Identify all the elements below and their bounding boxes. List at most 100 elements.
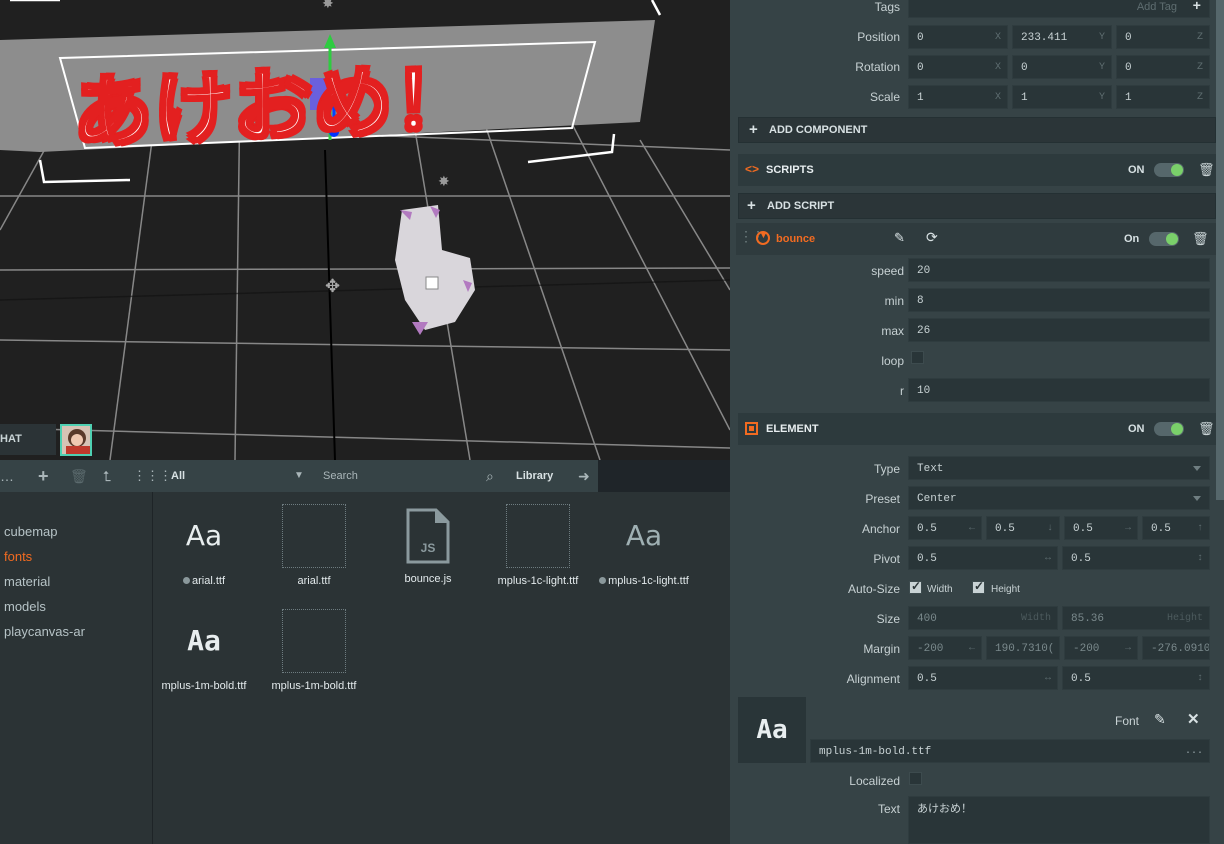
delete-asset-icon[interactable]: 🗑 bbox=[70, 460, 88, 492]
status-dot-icon bbox=[182, 577, 190, 584]
margin-top-input[interactable]: -276.0910( bbox=[1142, 636, 1210, 660]
position-z-input[interactable]: 0Z bbox=[1116, 25, 1210, 49]
speed-label: speed bbox=[871, 264, 904, 278]
size-width-input[interactable]: 400 Width bbox=[908, 606, 1058, 630]
text-input[interactable]: あけおめ！ bbox=[908, 796, 1210, 844]
position-y-input[interactable]: 233.411 Y bbox=[1012, 25, 1112, 49]
asset-tile[interactable]: Aa arial.ttf bbox=[149, 504, 259, 587]
r-input[interactable]: 10 bbox=[908, 378, 1210, 402]
localized-checkbox[interactable] bbox=[909, 772, 922, 785]
assets-toolbar: … + 🗑 ⮤ ⋮⋮⋮ All ▼ Search ⌕ Library ➜ bbox=[0, 460, 598, 492]
scale-y-input[interactable]: 1Y bbox=[1012, 85, 1112, 109]
autosize-height-checkbox[interactable] bbox=[972, 579, 985, 594]
library-arrow-icon[interactable]: ➜ bbox=[578, 460, 590, 492]
edit-font-icon[interactable]: ✎ bbox=[1154, 711, 1166, 728]
scripts-section-header[interactable]: <> SCRIPTS ON 🗑 bbox=[738, 154, 1216, 186]
add-tag-icon: + bbox=[1192, 0, 1201, 15]
assets-folder-tree: cubemap fonts material models playcanvas… bbox=[0, 492, 153, 844]
remove-font-icon[interactable]: ✕ bbox=[1187, 710, 1200, 728]
asset-tile[interactable]: JS bounce.js bbox=[373, 504, 483, 585]
scale-z-input[interactable]: 1Z bbox=[1116, 85, 1210, 109]
autosize-width-checkbox[interactable] bbox=[909, 579, 922, 594]
anchor-left-input[interactable]: 0.5 ← bbox=[908, 516, 982, 540]
edit-script-icon[interactable]: ✎ bbox=[894, 230, 905, 246]
type-select[interactable]: Text bbox=[908, 456, 1210, 480]
folder-item-models[interactable]: models bbox=[4, 599, 46, 614]
speed-input[interactable]: 20 bbox=[908, 258, 1210, 282]
script-instance-header: ⋮⋮ ▼ bounce ✎ ⟳ On 🗑 bbox=[736, 223, 1216, 255]
chevron-down-icon bbox=[1193, 496, 1201, 501]
add-component-button[interactable]: + ADD COMPONENT bbox=[738, 117, 1216, 143]
asset-search-input[interactable]: Search bbox=[323, 460, 358, 492]
asset-tile[interactable]: mplus-1c-light.ttf bbox=[483, 504, 593, 587]
asset-tile[interactable]: mplus-1m-bold.ttf bbox=[259, 609, 369, 692]
filter-dropdown-icon[interactable]: ▼ bbox=[294, 460, 304, 492]
font-preview-thumbnail[interactable]: Aa bbox=[738, 697, 806, 763]
anchor-right-input[interactable]: 0.5 → bbox=[1064, 516, 1138, 540]
trash-icon[interactable]: 🗑 bbox=[1192, 231, 1209, 247]
scene-viewport[interactable]: ✥ ✸ ✸ あけおめ！ HAT bbox=[0, 0, 730, 460]
text-label: Text bbox=[877, 802, 900, 816]
min-input[interactable]: 8 bbox=[908, 288, 1210, 312]
chat-tab[interactable]: HAT bbox=[0, 424, 56, 455]
alignment-x-input[interactable]: 0.5 ↔ bbox=[908, 666, 1058, 690]
script-toggle[interactable] bbox=[1149, 232, 1179, 246]
preset-select[interactable]: Center bbox=[908, 486, 1210, 510]
autosize-label: Auto-Size bbox=[847, 582, 900, 596]
tags-input[interactable]: Add Tag + bbox=[908, 0, 1210, 18]
collapse-icon[interactable]: ▼ bbox=[756, 230, 770, 245]
folder-item-cubemap[interactable]: cubemap bbox=[4, 524, 57, 539]
element-toggle[interactable] bbox=[1154, 422, 1184, 436]
folder-up-icon[interactable]: ⮤ bbox=[103, 460, 111, 492]
margin-bottom-input[interactable]: 190.7310( bbox=[986, 636, 1060, 660]
rotation-z-input[interactable]: 0Z bbox=[1116, 55, 1210, 79]
menu-ellipsis-icon[interactable]: … bbox=[0, 460, 14, 492]
position-label: Position bbox=[857, 30, 900, 44]
rotation-x-input[interactable]: 0X bbox=[908, 55, 1008, 79]
asset-name: arial.ttf bbox=[297, 575, 331, 587]
library-button[interactable]: Library bbox=[516, 460, 553, 492]
autosize-height-label: Height bbox=[991, 584, 1020, 595]
type-label: Type bbox=[873, 462, 900, 476]
pivot-y-input[interactable]: 0.5 ↕ bbox=[1062, 546, 1210, 570]
element-section-header[interactable]: ELEMENT ON 🗑 bbox=[738, 413, 1216, 445]
folder-item-material[interactable]: material bbox=[4, 574, 50, 589]
folder-item-playcanvas-ar[interactable]: playcanvas-ar bbox=[4, 624, 85, 639]
font-asset-field[interactable]: mplus-1m-bold.ttf... bbox=[810, 739, 1210, 763]
add-script-button[interactable]: + ADD SCRIPT bbox=[738, 193, 1216, 219]
grid-view-icon[interactable]: ⋮⋮⋮ bbox=[133, 460, 172, 492]
font-preview-icon: Aa bbox=[187, 624, 221, 657]
asset-tile[interactable]: Aa mplus-1m-bold.ttf bbox=[149, 609, 259, 692]
pivot-label: Pivot bbox=[873, 552, 900, 566]
scale-x-input[interactable]: 1X bbox=[908, 85, 1008, 109]
svg-text:✸: ✸ bbox=[438, 174, 450, 190]
refresh-script-icon[interactable]: ⟳ bbox=[926, 229, 938, 246]
size-height-input[interactable]: 85.36 Height bbox=[1062, 606, 1210, 630]
anchor-bottom-input[interactable]: 0.5 ↓ bbox=[986, 516, 1060, 540]
asset-filter-select[interactable]: All bbox=[171, 460, 185, 492]
asset-tile[interactable]: Aa mplus-1c-light.ttf bbox=[589, 504, 699, 587]
add-asset-icon[interactable]: + bbox=[38, 460, 49, 492]
inspector-scrollbar[interactable] bbox=[1216, 0, 1224, 500]
alignment-y-input[interactable]: 0.5 ↕ bbox=[1062, 666, 1210, 690]
rotation-y-input[interactable]: 0Y bbox=[1012, 55, 1112, 79]
scripts-toggle[interactable] bbox=[1154, 163, 1184, 177]
max-input[interactable]: 26 bbox=[908, 318, 1210, 342]
empty-thumbnail bbox=[282, 609, 346, 673]
folder-item-fonts[interactable]: fonts bbox=[4, 549, 32, 564]
autosize-width-label: Width bbox=[927, 584, 953, 595]
user-avatar[interactable] bbox=[60, 424, 92, 456]
asset-name: mplus-1c-light.ttf bbox=[608, 575, 689, 587]
search-icon[interactable]: ⌕ bbox=[486, 460, 494, 492]
margin-right-input[interactable]: -200 → bbox=[1064, 636, 1138, 660]
loop-checkbox[interactable] bbox=[911, 351, 924, 364]
svg-text:JS: JS bbox=[421, 541, 436, 555]
trash-icon[interactable]: 🗑 bbox=[1198, 421, 1215, 437]
asset-tile[interactable]: arial.ttf bbox=[259, 504, 369, 587]
script-name-link[interactable]: bounce bbox=[776, 223, 815, 255]
margin-left-input[interactable]: -200 ← bbox=[908, 636, 982, 660]
trash-icon[interactable]: 🗑 bbox=[1198, 162, 1215, 178]
position-x-input[interactable]: 0X bbox=[908, 25, 1008, 49]
anchor-top-input[interactable]: 0.5 ↑ bbox=[1142, 516, 1210, 540]
pivot-x-input[interactable]: 0.5 ↔ bbox=[908, 546, 1058, 570]
